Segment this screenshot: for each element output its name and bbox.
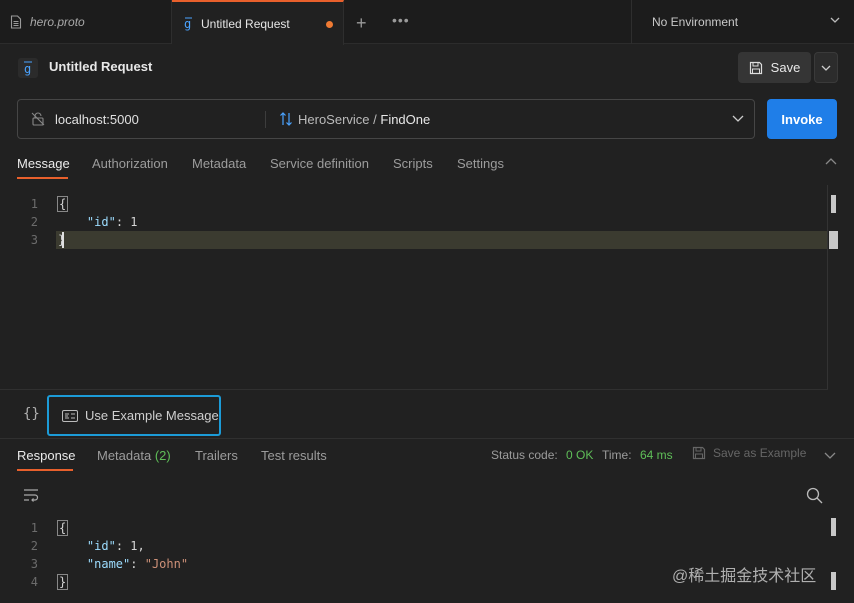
example-icon bbox=[62, 409, 78, 422]
example-label: Use Example Message bbox=[85, 408, 219, 423]
divider bbox=[0, 389, 828, 390]
method-name: FindOne bbox=[380, 112, 431, 127]
line-number: 1 bbox=[30, 197, 38, 211]
tab-bar: hero.proto g Untitled Request + ••• No E… bbox=[0, 0, 854, 45]
status-code-label: Status code: bbox=[491, 448, 558, 462]
no-tls-lock-icon bbox=[31, 112, 45, 126]
more-tabs-button[interactable]: ••• bbox=[392, 12, 410, 28]
scrollbar-thumb[interactable] bbox=[831, 195, 836, 213]
server-url-input[interactable]: localhost:5000 bbox=[55, 112, 139, 127]
save-icon bbox=[692, 446, 706, 460]
code-line[interactable]: { bbox=[56, 520, 69, 536]
tab-service-definition[interactable]: Service definition bbox=[270, 156, 369, 171]
save-options-button[interactable] bbox=[814, 52, 838, 83]
service-name: HeroService / bbox=[298, 112, 377, 127]
line-number: 3 bbox=[30, 557, 38, 571]
code-line[interactable]: { bbox=[56, 196, 69, 212]
grpc-icon: g bbox=[184, 17, 192, 31]
code-line[interactable]: "name": "John" bbox=[58, 557, 188, 571]
json-value: "John" bbox=[144, 557, 189, 571]
tab-authorization[interactable]: Authorization bbox=[92, 156, 168, 171]
scrollbar-marker bbox=[831, 572, 836, 590]
json-key: "id" bbox=[86, 539, 116, 553]
unsaved-dot-icon bbox=[326, 21, 333, 28]
save-icon bbox=[749, 61, 762, 74]
method-selector[interactable]: HeroService / FindOne bbox=[298, 112, 430, 127]
watermark: @稀土掘金技术社区 bbox=[672, 568, 817, 585]
tab-untitled-request[interactable]: g Untitled Request bbox=[172, 0, 344, 45]
file-icon bbox=[10, 15, 22, 29]
divider bbox=[265, 111, 266, 128]
search-icon[interactable] bbox=[806, 487, 823, 504]
save-label: Save bbox=[770, 60, 801, 75]
tab-label: Untitled Request bbox=[201, 16, 290, 31]
code-line[interactable]: "id": 1 bbox=[58, 215, 138, 229]
svg-text:g: g bbox=[24, 62, 31, 76]
text-cursor bbox=[62, 232, 64, 248]
wrap-lines-icon[interactable] bbox=[23, 488, 39, 502]
tab-settings[interactable]: Settings bbox=[457, 156, 504, 171]
chevron-down-icon bbox=[821, 65, 831, 71]
chevron-down-icon[interactable] bbox=[824, 451, 836, 460]
current-line-highlight bbox=[56, 231, 828, 249]
tab-scripts[interactable]: Scripts bbox=[393, 156, 433, 171]
chevron-up-icon[interactable] bbox=[825, 157, 837, 166]
tab-trailers[interactable]: Trailers bbox=[195, 448, 238, 463]
active-tab-indicator bbox=[17, 469, 73, 471]
tab-test-results[interactable]: Test results bbox=[261, 448, 327, 463]
time-label: Time: bbox=[602, 448, 632, 462]
line-number: 2 bbox=[30, 539, 38, 553]
divider bbox=[0, 438, 854, 439]
beautify-braces-icon[interactable]: {} bbox=[23, 406, 40, 422]
code-line[interactable]: "id": 1, bbox=[58, 539, 145, 553]
time-value: 64 ms bbox=[640, 448, 673, 462]
tab-label: Metadata bbox=[97, 448, 152, 463]
grpc-icon: g bbox=[18, 58, 38, 78]
tab-metadata[interactable]: Metadata bbox=[192, 156, 246, 171]
editor-scroll-track bbox=[827, 185, 828, 390]
method-arrows-icon bbox=[280, 112, 292, 126]
svg-text:g: g bbox=[184, 17, 191, 31]
chevron-down-icon bbox=[830, 17, 840, 23]
invoke-button[interactable]: Invoke bbox=[767, 99, 837, 139]
environment-selector[interactable]: No Environment bbox=[631, 0, 854, 44]
line-number: 3 bbox=[30, 233, 38, 247]
url-bar: localhost:5000 HeroService / FindOne bbox=[17, 99, 755, 139]
save-as-example-button[interactable]: Save as Example bbox=[692, 446, 806, 460]
line-number: 1 bbox=[30, 521, 38, 535]
json-value: 1 bbox=[130, 215, 138, 229]
tab-message[interactable]: Message bbox=[17, 156, 70, 171]
json-value: 1 bbox=[130, 539, 138, 553]
scrollbar-marker bbox=[829, 231, 838, 249]
request-title[interactable]: Untitled Request bbox=[49, 59, 152, 74]
status-code-value: 0 OK bbox=[566, 448, 594, 462]
tab-hero-proto[interactable]: hero.proto bbox=[0, 0, 172, 44]
line-number: 2 bbox=[30, 215, 38, 229]
environment-label: No Environment bbox=[652, 15, 739, 29]
tab-response-metadata[interactable]: Metadata (2) bbox=[97, 448, 171, 463]
json-key: "name" bbox=[86, 557, 131, 571]
count-badge: (2) bbox=[154, 448, 171, 463]
json-key: "id" bbox=[86, 215, 116, 229]
save-button[interactable]: Save bbox=[738, 52, 811, 83]
save-as-example-label: Save as Example bbox=[713, 446, 807, 460]
active-tab-indicator bbox=[17, 177, 68, 179]
use-example-message-button[interactable]: Use Example Message bbox=[47, 395, 221, 436]
tab-response[interactable]: Response bbox=[17, 448, 76, 463]
line-number: 4 bbox=[30, 575, 38, 589]
new-tab-button[interactable]: + bbox=[356, 13, 367, 34]
code-line[interactable]: } bbox=[56, 574, 69, 590]
chevron-down-icon[interactable] bbox=[732, 114, 744, 123]
scrollbar-thumb[interactable] bbox=[831, 518, 836, 536]
tab-label: hero.proto bbox=[30, 15, 85, 29]
